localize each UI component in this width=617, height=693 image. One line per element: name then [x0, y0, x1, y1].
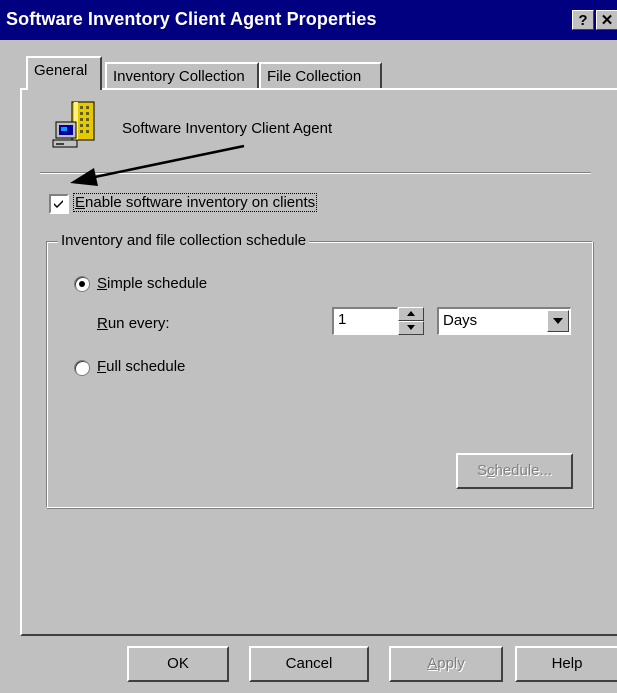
schedule-button[interactable]: Schedule...: [456, 453, 573, 489]
simple-schedule-label[interactable]: Simple schedule: [97, 275, 207, 292]
separator: [40, 172, 591, 174]
arrow-up-icon: [407, 311, 415, 316]
checkmark-icon: [54, 200, 63, 208]
interval-unit-select[interactable]: Days: [437, 307, 571, 335]
spin-up-button[interactable]: [398, 307, 424, 321]
interval-unit-value: Days: [443, 312, 478, 329]
enable-inventory-label[interactable]: Enable software inventory on clients: [72, 193, 318, 212]
spin-down-button[interactable]: [398, 321, 424, 335]
help-title-button[interactable]: ?: [572, 10, 594, 30]
run-every-label: Run every:: [97, 315, 170, 332]
full-schedule-label[interactable]: Full schedule: [97, 358, 185, 375]
enable-inventory-checkbox[interactable]: [49, 194, 69, 214]
cancel-button[interactable]: Cancel: [249, 646, 369, 682]
agent-name-label: Software Inventory Client Agent: [122, 120, 333, 137]
chevron-down-icon: [553, 318, 563, 324]
simple-schedule-radio[interactable]: [74, 276, 90, 292]
building-computer-icon: [52, 101, 95, 148]
ok-button[interactable]: OK: [127, 646, 229, 682]
interval-spinner: [398, 307, 424, 335]
title-bar: Software Inventory Client Agent Properti…: [0, 0, 617, 40]
full-schedule-radio[interactable]: [74, 360, 90, 376]
dropdown-button[interactable]: [547, 310, 569, 332]
help-button[interactable]: Help: [515, 646, 617, 682]
arrow-down-icon: [407, 325, 415, 330]
properties-dialog: Software Inventory Client Agent Properti…: [0, 0, 617, 693]
schedule-group-title: Inventory and file collection schedule: [58, 232, 310, 249]
interval-input[interactable]: 1: [332, 307, 398, 335]
tab-general[interactable]: General: [26, 56, 102, 90]
window-title: Software Inventory Client Agent Properti…: [6, 9, 377, 29]
close-button[interactable]: ✕: [596, 10, 617, 30]
apply-button[interactable]: Apply: [389, 646, 503, 682]
